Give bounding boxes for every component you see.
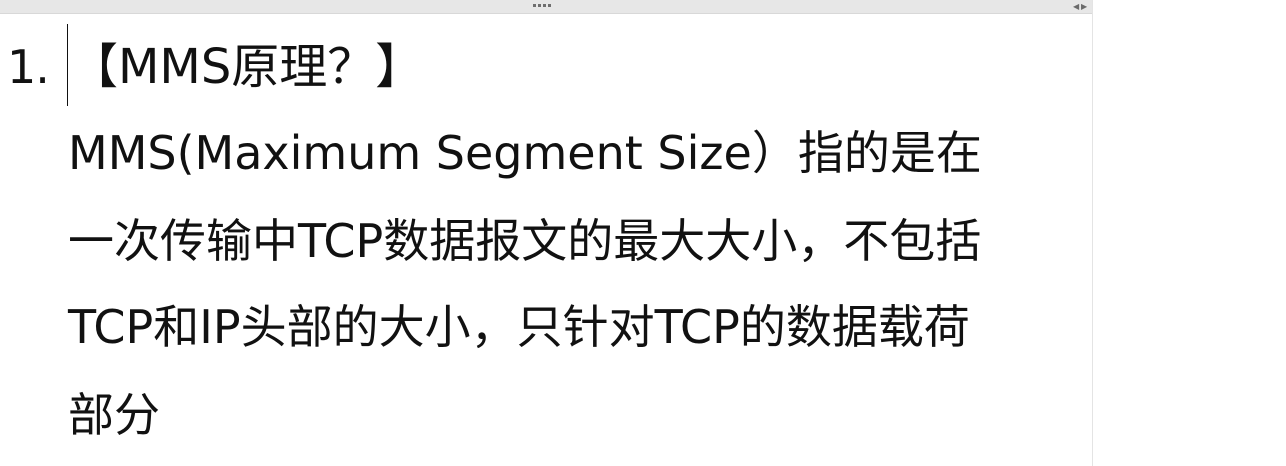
right-pane <box>1092 0 1286 466</box>
list-heading: 【MMS原理？】 <box>70 39 424 95</box>
document-editor[interactable]: 1. 【MMS原理？】 MMS(Maximum Segment Size）指的是… <box>0 14 1092 466</box>
text-caret <box>67 24 68 106</box>
chevron-right-icon[interactable]: ▶ <box>1081 2 1087 11</box>
scroll-arrows: ◀ ▶ <box>1071 1 1091 12</box>
body-line: TCP和IP头部的大小，只针对TCP的数据载荷 <box>68 300 970 354</box>
chevron-left-icon[interactable]: ◀ <box>1073 2 1079 11</box>
body-line: MMS(Maximum Segment Size）指的是在 <box>68 126 982 180</box>
list-number: 1. <box>7 40 50 94</box>
top-bar: ◀ ▶ <box>0 0 1092 14</box>
splitter-grip-icon[interactable] <box>533 2 555 10</box>
body-line: 部分 <box>68 388 160 442</box>
body-line: 一次传输中TCP数据报文的最大大小，不包括 <box>68 214 982 268</box>
